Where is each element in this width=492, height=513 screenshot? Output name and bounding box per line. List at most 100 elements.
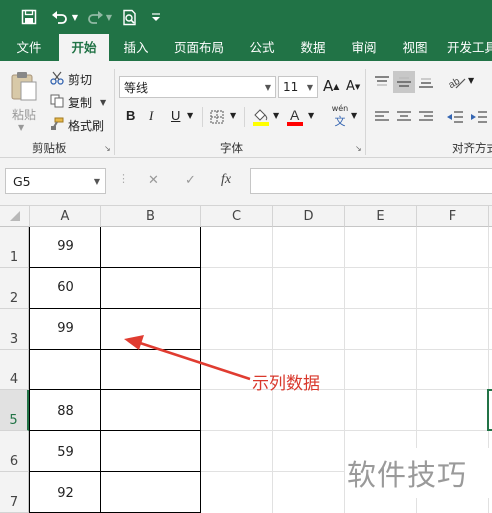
phonetic-guide-icon[interactable]: wén 文 <box>329 103 351 129</box>
underline-button[interactable]: U <box>171 108 180 123</box>
font-name-combo[interactable]: 等线 ▼ <box>119 76 276 98</box>
font-size-combo[interactable]: 11 ▼ <box>278 76 318 98</box>
cell-a3[interactable]: 99 <box>30 309 101 349</box>
paste-button-label[interactable]: 粘贴 <box>12 106 36 123</box>
annotation-label: 示列数据 <box>252 373 320 394</box>
paste-dropdown-icon[interactable]: ▼ <box>18 123 24 132</box>
row-header-1[interactable]: 1 <box>0 227 29 268</box>
row-header-6[interactable]: 6 <box>0 431 29 472</box>
formula-input[interactable] <box>250 168 492 194</box>
fill-color-dropdown-icon[interactable]: ▼ <box>273 111 279 120</box>
tab-developer[interactable]: 开发工具 <box>447 34 492 61</box>
save-icon[interactable] <box>18 7 40 27</box>
tab-page-layout[interactable]: 页面布局 <box>166 34 232 61</box>
shrink-font-icon[interactable]: A ▼ <box>346 79 360 94</box>
cell-a2[interactable]: 60 <box>30 268 101 308</box>
worksheet-grid: A B C D E F 1 2 3 4 5 6 7 99 60 99 88 59… <box>0 206 492 513</box>
clipboard-launcher-icon[interactable]: ↘ <box>104 144 111 153</box>
column-header-b[interactable]: B <box>101 206 201 227</box>
phonetic-dropdown-icon[interactable]: ▼ <box>351 111 357 120</box>
ribbon-divider <box>114 69 115 155</box>
copy-button[interactable]: 复制 ▼ <box>68 94 106 111</box>
font-color-icon[interactable]: A <box>286 107 304 127</box>
undo-dropdown-icon[interactable]: ▼ <box>70 7 80 27</box>
format-painter-button[interactable]: 格式刷 <box>68 117 104 134</box>
font-name-value: 等线 <box>124 80 149 95</box>
formula-bar-grip-icon[interactable]: ⋮ <box>118 172 129 185</box>
column-header-c[interactable]: C <box>201 206 273 227</box>
row-header-2[interactable]: 2 <box>0 268 29 309</box>
orientation-icon[interactable]: ab <box>447 73 467 91</box>
borders-icon[interactable] <box>209 109 225 125</box>
font-name-dropdown-icon[interactable]: ▼ <box>265 83 271 92</box>
align-left-icon[interactable] <box>373 109 391 125</box>
cell-a6[interactable]: 59 <box>30 431 101 471</box>
tab-data[interactable]: 数据 <box>289 34 337 61</box>
column-header-f[interactable]: F <box>417 206 489 227</box>
row-header-3[interactable]: 3 <box>0 309 29 350</box>
format-painter-icon[interactable] <box>49 116 65 132</box>
clipboard-group-label: 剪贴板 <box>32 141 67 155</box>
column-header-e[interactable]: E <box>345 206 417 227</box>
font-launcher-icon[interactable]: ↘ <box>355 144 362 153</box>
paste-icon[interactable] <box>9 69 39 103</box>
customize-qat-icon[interactable] <box>150 7 162 27</box>
cut-icon[interactable] <box>49 70 65 86</box>
align-top-icon[interactable] <box>373 73 391 91</box>
fill-color-icon[interactable] <box>252 107 270 127</box>
cell-a7[interactable]: 92 <box>30 472 101 512</box>
cancel-icon[interactable]: ✕ <box>148 173 159 188</box>
underline-dropdown-icon[interactable]: ▼ <box>187 111 193 120</box>
bold-button[interactable]: B <box>126 108 135 123</box>
svg-text:A: A <box>290 107 300 123</box>
name-box-dropdown-icon[interactable]: ▼ <box>94 177 100 186</box>
align-right-icon[interactable] <box>417 109 435 125</box>
column-header-d[interactable]: D <box>273 206 345 227</box>
annotation-arrow-icon <box>124 335 251 381</box>
tab-formulas[interactable]: 公式 <box>238 34 286 61</box>
phonetic-glyph: 文 <box>334 114 346 128</box>
print-preview-icon[interactable] <box>119 7 141 27</box>
redo-icon[interactable] <box>84 7 106 27</box>
tab-review[interactable]: 审阅 <box>340 34 388 61</box>
copy-icon[interactable] <box>49 93 65 109</box>
enter-icon[interactable]: ✓ <box>185 173 196 188</box>
name-box[interactable]: G5 ▼ <box>5 168 106 194</box>
cut-button[interactable]: 剪切 <box>68 71 92 88</box>
grow-font-glyph: A <box>323 77 334 95</box>
quick-access-toolbar: ▼ ▼ <box>0 0 492 34</box>
insert-function-icon[interactable]: fx <box>221 172 231 188</box>
cell-a5[interactable]: 88 <box>30 390 101 430</box>
formula-bar: G5 ▼ ⋮ ✕ ✓ fx <box>0 158 492 206</box>
tab-insert[interactable]: 插入 <box>112 34 160 61</box>
copy-dropdown-icon[interactable]: ▼ <box>100 98 106 107</box>
orientation-dropdown-icon[interactable]: ▼ <box>468 76 474 85</box>
row-header-7[interactable]: 7 <box>0 472 29 513</box>
align-middle-icon[interactable] <box>393 71 415 93</box>
svg-text:ab: ab <box>448 76 462 90</box>
cell-a1[interactable]: 99 <box>30 227 101 267</box>
copy-button-label: 复制 <box>68 96 93 110</box>
redo-dropdown-icon[interactable]: ▼ <box>104 7 114 27</box>
tab-view[interactable]: 视图 <box>391 34 439 61</box>
ribbon-tabs: 文件 开始 插入 页面布局 公式 数据 审阅 视图 开发工具 <box>0 34 492 61</box>
grow-font-icon[interactable]: A ▲ <box>323 77 339 95</box>
select-all-corner[interactable] <box>0 206 30 227</box>
borders-dropdown-icon[interactable]: ▼ <box>230 111 236 120</box>
font-size-value: 11 <box>283 80 299 94</box>
row-header-4[interactable]: 4 <box>0 350 29 390</box>
font-size-dropdown-icon[interactable]: ▼ <box>307 83 313 92</box>
tab-home[interactable]: 开始 <box>59 34 109 61</box>
font-color-dropdown-icon[interactable]: ▼ <box>308 111 314 120</box>
cell-a4[interactable] <box>30 350 101 389</box>
align-bottom-icon[interactable] <box>417 73 435 91</box>
align-center-icon[interactable] <box>395 109 413 125</box>
row-header-5[interactable]: 5 <box>0 390 29 431</box>
column-header-a[interactable]: A <box>30 206 101 227</box>
selected-cell-g5[interactable] <box>487 389 492 431</box>
decrease-indent-icon[interactable] <box>445 109 465 125</box>
increase-indent-icon[interactable] <box>469 109 489 125</box>
tab-file[interactable]: 文件 <box>5 34 53 61</box>
italic-button[interactable]: I <box>149 108 153 124</box>
undo-icon[interactable] <box>48 7 70 27</box>
